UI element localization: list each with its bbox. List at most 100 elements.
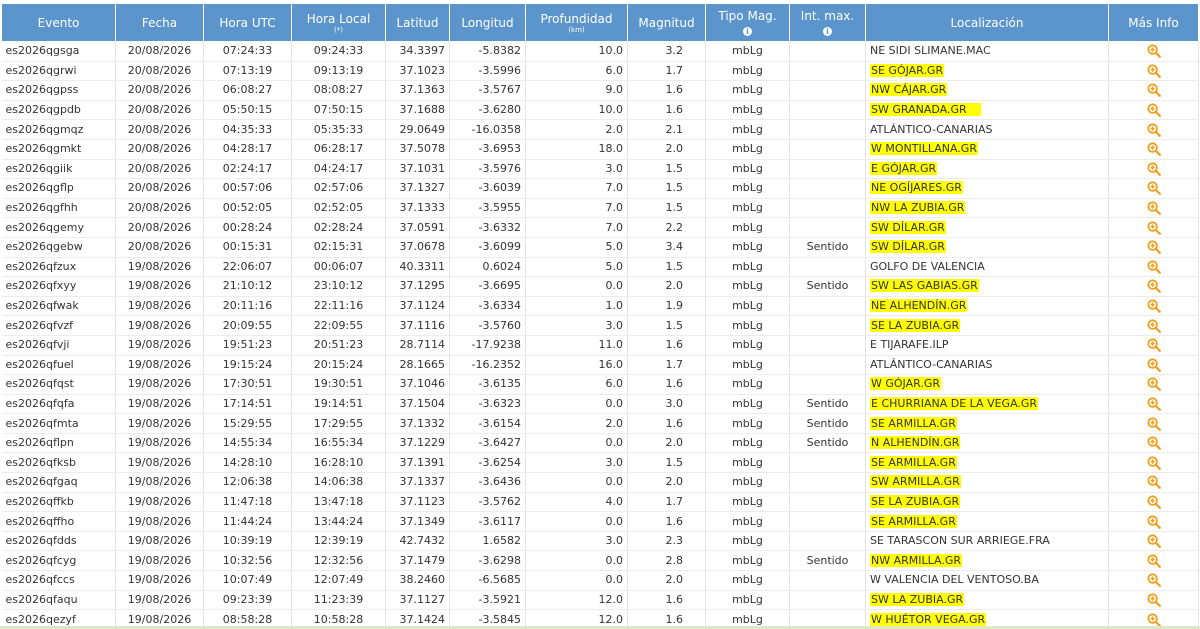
header-localizacion[interactable]: Localización xyxy=(865,3,1109,42)
cell-tipo-mag: mbLg xyxy=(705,315,790,336)
highlighted-location-text: SE ARMILLA.GR xyxy=(870,416,957,430)
cell-localizacion: N ALHENDÍN.GR xyxy=(865,433,1109,454)
highlighted-location-text: SE ARMILLA.GR xyxy=(870,455,957,469)
header-mas-info[interactable]: Más Info xyxy=(1108,3,1199,42)
zoom-in-icon[interactable] xyxy=(1146,83,1161,98)
cell-tipo-mag: mbLg xyxy=(705,433,790,454)
cell-magnitud: 1.5 xyxy=(627,452,706,474)
header-hora-local[interactable]: Hora Local (*) xyxy=(291,3,386,42)
table-row: es2026qfwak 19/08/2026 20:11:16 22:11:16 37.… xyxy=(1,296,1199,317)
zoom-in-icon[interactable] xyxy=(1146,64,1161,78)
header-fecha[interactable]: Fecha xyxy=(115,3,204,42)
header-profundidad-unit: (km) xyxy=(568,25,585,34)
table-row: es2026qffkb 19/08/2026 11:47:18 13:47:18 37.… xyxy=(1,492,1199,513)
cell-int-max xyxy=(789,511,866,532)
cell-int-max xyxy=(789,217,866,238)
header-evento[interactable]: Evento xyxy=(1,3,116,42)
header-int-max[interactable]: Int. max. i xyxy=(789,3,866,42)
cell-fecha: 19/08/2026 xyxy=(115,276,204,297)
zoom-in-icon[interactable] xyxy=(1146,436,1161,451)
zoom-in-icon[interactable] xyxy=(1146,593,1161,607)
zoom-in-icon[interactable] xyxy=(1146,103,1161,117)
cell-latitud: 37.1333 xyxy=(385,198,450,219)
zoom-in-icon[interactable] xyxy=(1146,299,1161,313)
zoom-in-icon[interactable] xyxy=(1146,397,1161,411)
cell-magnitud: 1.6 xyxy=(627,511,706,532)
zoom-in-icon[interactable] xyxy=(1146,181,1161,196)
zoom-in-icon[interactable] xyxy=(1146,456,1161,470)
cell-int-max xyxy=(789,61,866,82)
cell-localizacion: NE OGÍJARES.GR xyxy=(865,178,1109,199)
cell-int-max: Sentido xyxy=(789,237,866,258)
cell-hora-utc: 19:51:23 xyxy=(203,335,292,356)
cell-evento: es2026qgfhh xyxy=(1,198,116,219)
zoom-in-icon[interactable] xyxy=(1146,358,1161,372)
header-latitud[interactable]: Latitud xyxy=(385,3,450,42)
cell-mas-info xyxy=(1108,198,1199,219)
header-tipo-mag[interactable]: Tipo Mag. i xyxy=(705,3,790,42)
header-profundidad[interactable]: Profundidad (km) xyxy=(525,3,628,42)
cell-magnitud: 1.6 xyxy=(627,100,706,121)
zoom-in-icon[interactable] xyxy=(1146,319,1161,333)
zoom-in-icon[interactable] xyxy=(1146,221,1161,235)
zoom-in-icon[interactable] xyxy=(1146,573,1161,588)
highlighted-location-text: SW DÍLAR.GR xyxy=(870,220,946,234)
cell-magnitud: 1.6 xyxy=(627,335,706,356)
cell-magnitud: 1.5 xyxy=(627,315,706,336)
cell-longitud: -3.6953 xyxy=(449,139,526,160)
cell-hora-utc: 07:24:33 xyxy=(203,41,292,62)
zoom-in-icon[interactable] xyxy=(1146,142,1161,157)
cell-hora-utc: 14:55:34 xyxy=(203,433,292,454)
cell-magnitud: 2.8 xyxy=(627,550,706,572)
zoom-in-icon[interactable] xyxy=(1146,495,1161,509)
cell-evento: es2026qfmta xyxy=(1,413,116,434)
cell-longitud: -3.5955 xyxy=(449,198,526,219)
zoom-in-icon[interactable] xyxy=(1146,240,1161,255)
zoom-in-icon[interactable] xyxy=(1146,554,1161,568)
cell-hora-local: 22:11:16 xyxy=(291,296,386,317)
zoom-in-icon[interactable] xyxy=(1146,377,1161,392)
info-icon[interactable]: i xyxy=(823,26,832,36)
header-hora-utc[interactable]: Hora UTC xyxy=(203,3,292,42)
earthquake-table: Evento Fecha Hora UTC Hora Local (*) Lat… xyxy=(1,3,1199,629)
zoom-in-icon[interactable] xyxy=(1146,123,1161,137)
location-text: ATLÁNTICO-CANARIAS xyxy=(870,357,993,371)
zoom-in-icon[interactable] xyxy=(1146,612,1161,627)
header-longitud[interactable]: Longitud xyxy=(449,3,526,42)
zoom-in-icon[interactable] xyxy=(1146,260,1161,274)
info-icon[interactable]: i xyxy=(743,26,752,36)
cell-magnitud: 1.7 xyxy=(627,61,706,82)
zoom-in-icon[interactable] xyxy=(1146,201,1161,215)
cell-mas-info xyxy=(1108,159,1199,180)
cell-tipo-mag: mbLg xyxy=(705,413,790,434)
table-row: es2026qfqst 19/08/2026 17:30:51 19:30:51 37.… xyxy=(1,374,1199,395)
highlighted-location-text: SE GÓJAR.GR xyxy=(870,63,945,77)
cell-localizacion: W VALENCIA DEL VENTOSO.BA xyxy=(865,570,1109,591)
zoom-in-icon[interactable] xyxy=(1146,162,1161,176)
cell-profundidad: 5.0 xyxy=(525,257,628,278)
cell-fecha: 19/08/2026 xyxy=(115,452,204,474)
zoom-in-icon[interactable] xyxy=(1146,514,1161,529)
zoom-in-icon[interactable] xyxy=(1146,416,1161,431)
cell-profundidad: 2.0 xyxy=(525,119,628,140)
zoom-in-icon[interactable] xyxy=(1146,475,1161,490)
header-magnitud[interactable]: Magnitud xyxy=(627,3,706,42)
zoom-in-icon[interactable] xyxy=(1146,44,1161,59)
highlighted-location-text: E CHURRIANA DE LA VEGA.GR xyxy=(870,396,1039,410)
zoom-in-icon[interactable] xyxy=(1146,338,1161,353)
cell-profundidad: 6.0 xyxy=(525,374,628,395)
cell-int-max xyxy=(789,139,866,160)
table-row: es2026qgebw 20/08/2026 00:15:31 02:15:31 37.… xyxy=(1,237,1199,258)
cell-hora-local: 19:14:51 xyxy=(291,394,386,415)
cell-latitud: 37.1031 xyxy=(385,159,450,180)
zoom-in-icon[interactable] xyxy=(1146,279,1161,294)
location-text: GOLFO DE VALENCIA xyxy=(870,259,985,273)
cell-evento: es2026qfxyy xyxy=(1,276,116,297)
cell-localizacion: W GÓJAR.GR xyxy=(865,374,1109,395)
cell-latitud: 37.0591 xyxy=(385,217,450,238)
zoom-in-icon[interactable] xyxy=(1146,534,1161,549)
cell-mas-info xyxy=(1108,139,1199,160)
table-row: es2026qgemy 20/08/2026 00:28:24 02:28:24 37.… xyxy=(1,217,1199,238)
cell-latitud: 37.1127 xyxy=(385,590,450,611)
cell-localizacion: NE SIDI SLIMANE.MAC xyxy=(865,41,1109,62)
